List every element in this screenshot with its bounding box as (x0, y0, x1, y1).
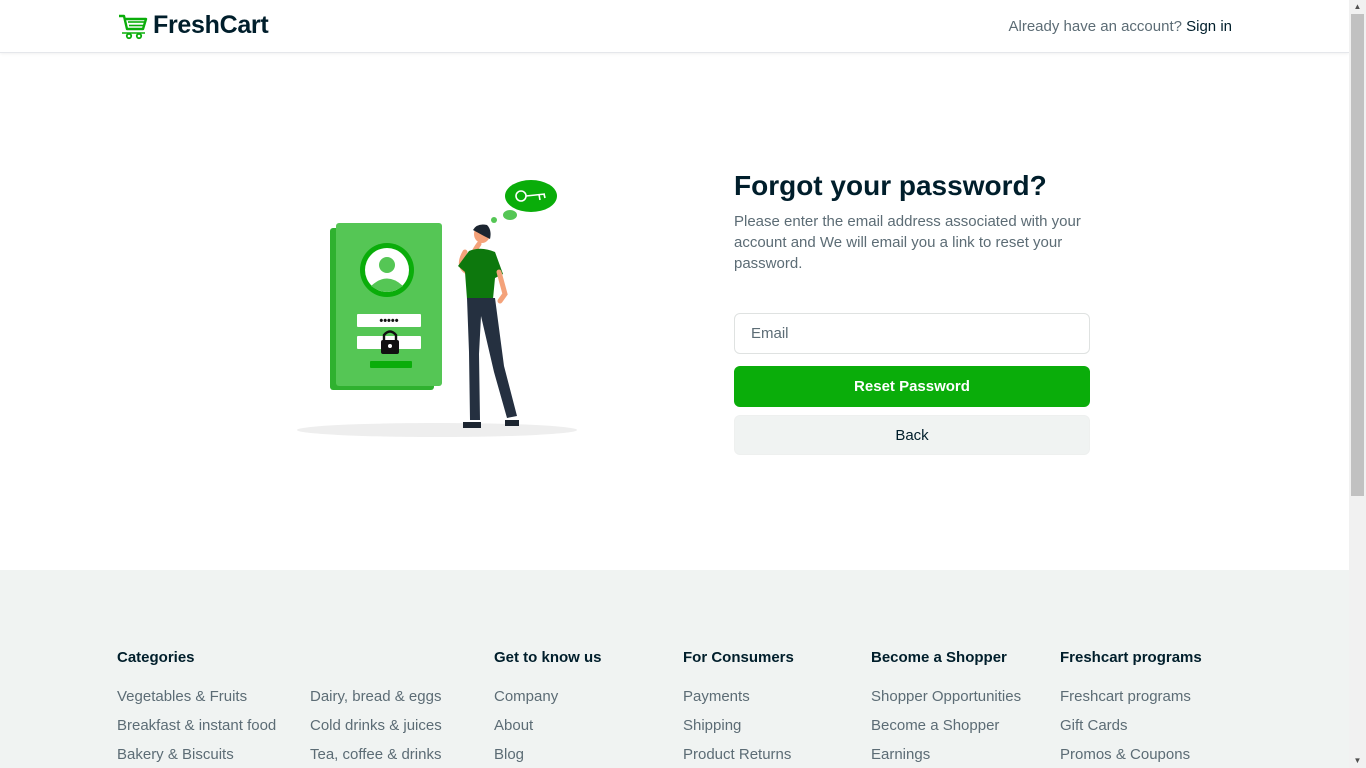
form-description: Please enter the email address associate… (734, 213, 1081, 272)
footer-link[interactable]: About (494, 711, 602, 740)
page-title: Forgot your password? (734, 170, 1047, 201)
site-footer: Categories Vegetables & Fruits Breakfast… (0, 570, 1349, 768)
footer-link[interactable]: Payments (683, 682, 794, 711)
forgot-password-illustration: ••••• (295, 176, 585, 446)
footer-link[interactable]: Freshcart programs (1060, 682, 1202, 711)
scrollbar-thumb[interactable] (1351, 14, 1364, 496)
account-prompt: Already have an account? Sign in (1009, 18, 1233, 35)
reset-password-button[interactable]: Reset Password (734, 366, 1090, 407)
email-field[interactable] (734, 313, 1090, 354)
footer-heading-categories: Categories (117, 649, 195, 666)
footer-heading-get-to-know: Get to know us (494, 649, 602, 666)
footer-categories-col2: Dairy, bread & eggs Cold drinks & juices… (310, 650, 442, 768)
footer-categories-col1: Categories Vegetables & Fruits Breakfast… (117, 650, 276, 768)
footer-link[interactable]: Vegetables & Fruits (117, 682, 276, 711)
footer-link[interactable]: Blog (494, 740, 602, 768)
footer-link[interactable]: Company (494, 682, 602, 711)
forgot-password-form: Forgot your password? Please enter the e… (734, 168, 1090, 274)
cart-logo-icon (119, 14, 148, 39)
footer-link[interactable]: Become a Shopper (871, 711, 1021, 740)
footer-link[interactable]: Product Returns (683, 740, 794, 768)
footer-heading-become-shopper: Become a Shopper (871, 649, 1007, 666)
footer-link[interactable]: Gift Cards (1060, 711, 1202, 740)
password-dots: ••••• (379, 315, 398, 327)
footer-link[interactable]: Earnings (871, 740, 1021, 768)
scroll-up-arrow-icon[interactable]: ▲ (1349, 0, 1366, 14)
footer-link[interactable]: Shopper Opportunities (871, 682, 1021, 711)
footer-link[interactable]: Bakery & Biscuits (117, 740, 276, 768)
account-prompt-text: Already have an account? (1008, 18, 1182, 35)
logo-text: FreshCart (153, 11, 269, 39)
footer-link[interactable]: Dairy, bread & eggs (310, 682, 442, 711)
thinking-person (458, 224, 519, 428)
vertical-scrollbar[interactable]: ▲ ▼ (1349, 0, 1366, 768)
footer-link[interactable]: Tea, coffee & drinks (310, 740, 442, 768)
footer-link[interactable]: Breakfast & instant food (117, 711, 276, 740)
footer-link[interactable]: Shipping (683, 711, 794, 740)
sign-in-link[interactable]: Sign in (1186, 18, 1232, 35)
footer-get-to-know: Get to know us Company About Blog (494, 650, 602, 768)
footer-heading-programs: Freshcart programs (1060, 649, 1202, 666)
footer-become-shopper: Become a Shopper Shopper Opportunities B… (871, 650, 1021, 768)
site-header: FreshCart Already have an account? Sign … (0, 0, 1349, 53)
freshcart-logo[interactable]: FreshCart (117, 11, 269, 40)
footer-link[interactable]: Cold drinks & juices (310, 711, 442, 740)
scroll-down-arrow-icon[interactable]: ▼ (1349, 754, 1366, 768)
back-button[interactable]: Back (734, 415, 1090, 455)
footer-for-consumers: For Consumers Payments Shipping Product … (683, 650, 794, 768)
footer-heading-for-consumers: For Consumers (683, 649, 794, 666)
footer-link[interactable]: Promos & Coupons (1060, 740, 1202, 768)
footer-programs: Freshcart programs Freshcart programs Gi… (1060, 650, 1202, 768)
